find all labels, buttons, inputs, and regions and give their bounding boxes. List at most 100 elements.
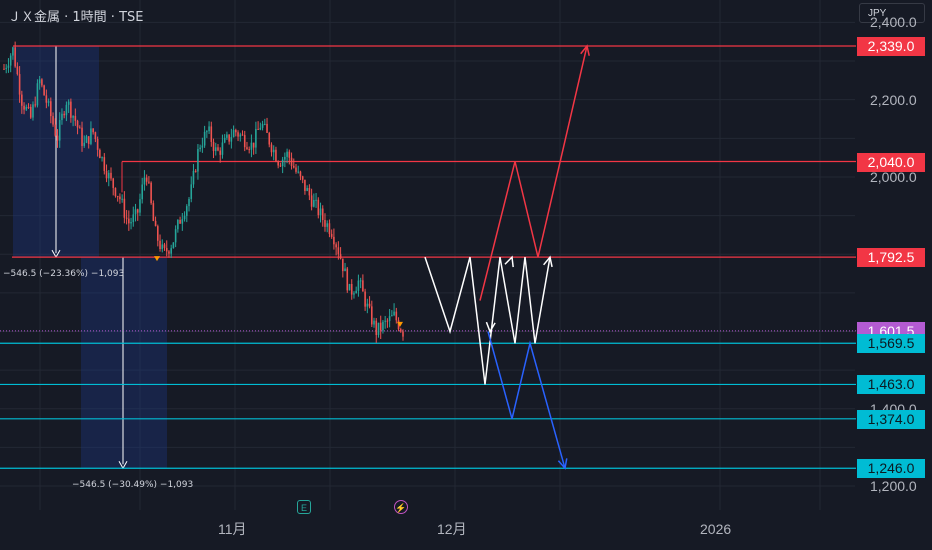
candle-body	[375, 320, 378, 335]
candle-body	[183, 215, 186, 220]
candle-body	[277, 161, 279, 166]
candle-body	[379, 322, 382, 331]
candle-body	[355, 290, 357, 294]
candle-body	[177, 219, 179, 230]
candle-body	[261, 123, 264, 128]
candle-body	[299, 171, 302, 177]
candle-body	[54, 124, 57, 136]
candle-body	[99, 149, 101, 159]
candle-body	[210, 126, 213, 142]
x-tick-label: 11月	[218, 521, 247, 537]
candle-body	[145, 177, 148, 182]
candle-body	[217, 147, 219, 151]
candle-body	[116, 196, 119, 198]
candle-body	[206, 131, 208, 133]
candle-body	[170, 248, 172, 254]
candle-body	[125, 217, 128, 219]
candle-body	[12, 47, 14, 56]
candle-body	[107, 172, 110, 179]
candle-body	[315, 199, 317, 201]
candle-body	[221, 142, 224, 155]
candle-body	[248, 149, 250, 151]
candle-body	[370, 306, 373, 325]
candle-body	[163, 244, 166, 248]
candle-body	[295, 167, 297, 172]
measurement-label: −546.5 (−30.49%) −1,093	[72, 480, 194, 491]
candle-body	[268, 132, 271, 145]
candle-body	[41, 79, 43, 86]
candle-body	[119, 196, 121, 200]
scenario-path	[424, 256, 551, 385]
candle-body	[235, 130, 237, 133]
candle-body	[47, 101, 50, 103]
candle-body	[286, 151, 288, 157]
candle-body	[132, 214, 135, 223]
candle-body	[201, 145, 204, 148]
candle-body	[72, 115, 74, 118]
candle-body	[56, 135, 59, 141]
candle-body	[317, 199, 320, 216]
candle-body	[96, 139, 99, 150]
candle-body	[308, 188, 311, 196]
candle-body	[230, 137, 233, 142]
candle-body	[310, 195, 313, 207]
price-level-label: 1,463.0	[857, 375, 925, 395]
earnings-event-icon[interactable]: E	[297, 500, 311, 514]
candle-body	[121, 198, 123, 200]
candle-body	[364, 291, 366, 307]
y-tick-label: 2,400.0	[870, 14, 917, 31]
candle-body	[32, 104, 34, 118]
candle-body	[402, 331, 404, 337]
candle-body	[382, 321, 384, 331]
candle-body	[161, 244, 164, 250]
candle-body	[342, 258, 344, 272]
candle-body	[259, 127, 262, 130]
candle-body	[395, 311, 398, 321]
candle-body	[384, 320, 386, 322]
symbol-title[interactable]: ＪＸ金属 · 1時間 · TSE	[8, 6, 143, 25]
candle-body	[344, 268, 346, 272]
candle-body	[399, 329, 402, 332]
candle-body	[284, 156, 286, 160]
candle-body	[350, 283, 353, 295]
candle-body	[168, 251, 170, 254]
candle-body	[76, 120, 79, 128]
candle-body	[78, 127, 81, 129]
candle-body	[324, 220, 326, 227]
candle-body	[9, 55, 12, 66]
dividend-event-icon[interactable]: ⚡	[394, 500, 408, 514]
x-tick-label: 2026	[700, 521, 732, 537]
candle-body	[252, 142, 255, 148]
candle-body	[288, 151, 291, 158]
candle-body	[313, 200, 315, 207]
candle-body	[148, 181, 150, 183]
candle-body	[337, 247, 340, 255]
candle-body	[152, 203, 155, 221]
price-level-label: 1,792.5	[857, 248, 925, 268]
candle-body	[346, 268, 349, 291]
candle-body	[279, 165, 282, 167]
candle-body	[219, 150, 222, 155]
candle-body	[112, 178, 115, 188]
price-chart[interactable]	[0, 0, 932, 550]
candle-body	[14, 47, 16, 67]
candle-body	[353, 293, 355, 295]
candle-body	[270, 144, 273, 153]
candle-body	[34, 104, 37, 106]
candle-body	[391, 315, 393, 317]
candle-body	[52, 116, 54, 125]
candle-body	[43, 85, 45, 96]
candle-body	[388, 316, 391, 321]
scenario-arrowhead	[504, 255, 514, 268]
candle-body	[81, 127, 83, 146]
candle-body	[203, 131, 206, 146]
candle-body	[45, 95, 48, 103]
candle-body	[128, 218, 130, 224]
candle-body	[70, 101, 72, 118]
candle-body	[25, 106, 28, 110]
candle-body	[357, 280, 360, 291]
candle-body	[136, 209, 139, 213]
x-tick-label: 12月	[437, 521, 467, 537]
candle-body	[393, 311, 395, 316]
y-tick-label: 2,200.0	[870, 91, 917, 108]
